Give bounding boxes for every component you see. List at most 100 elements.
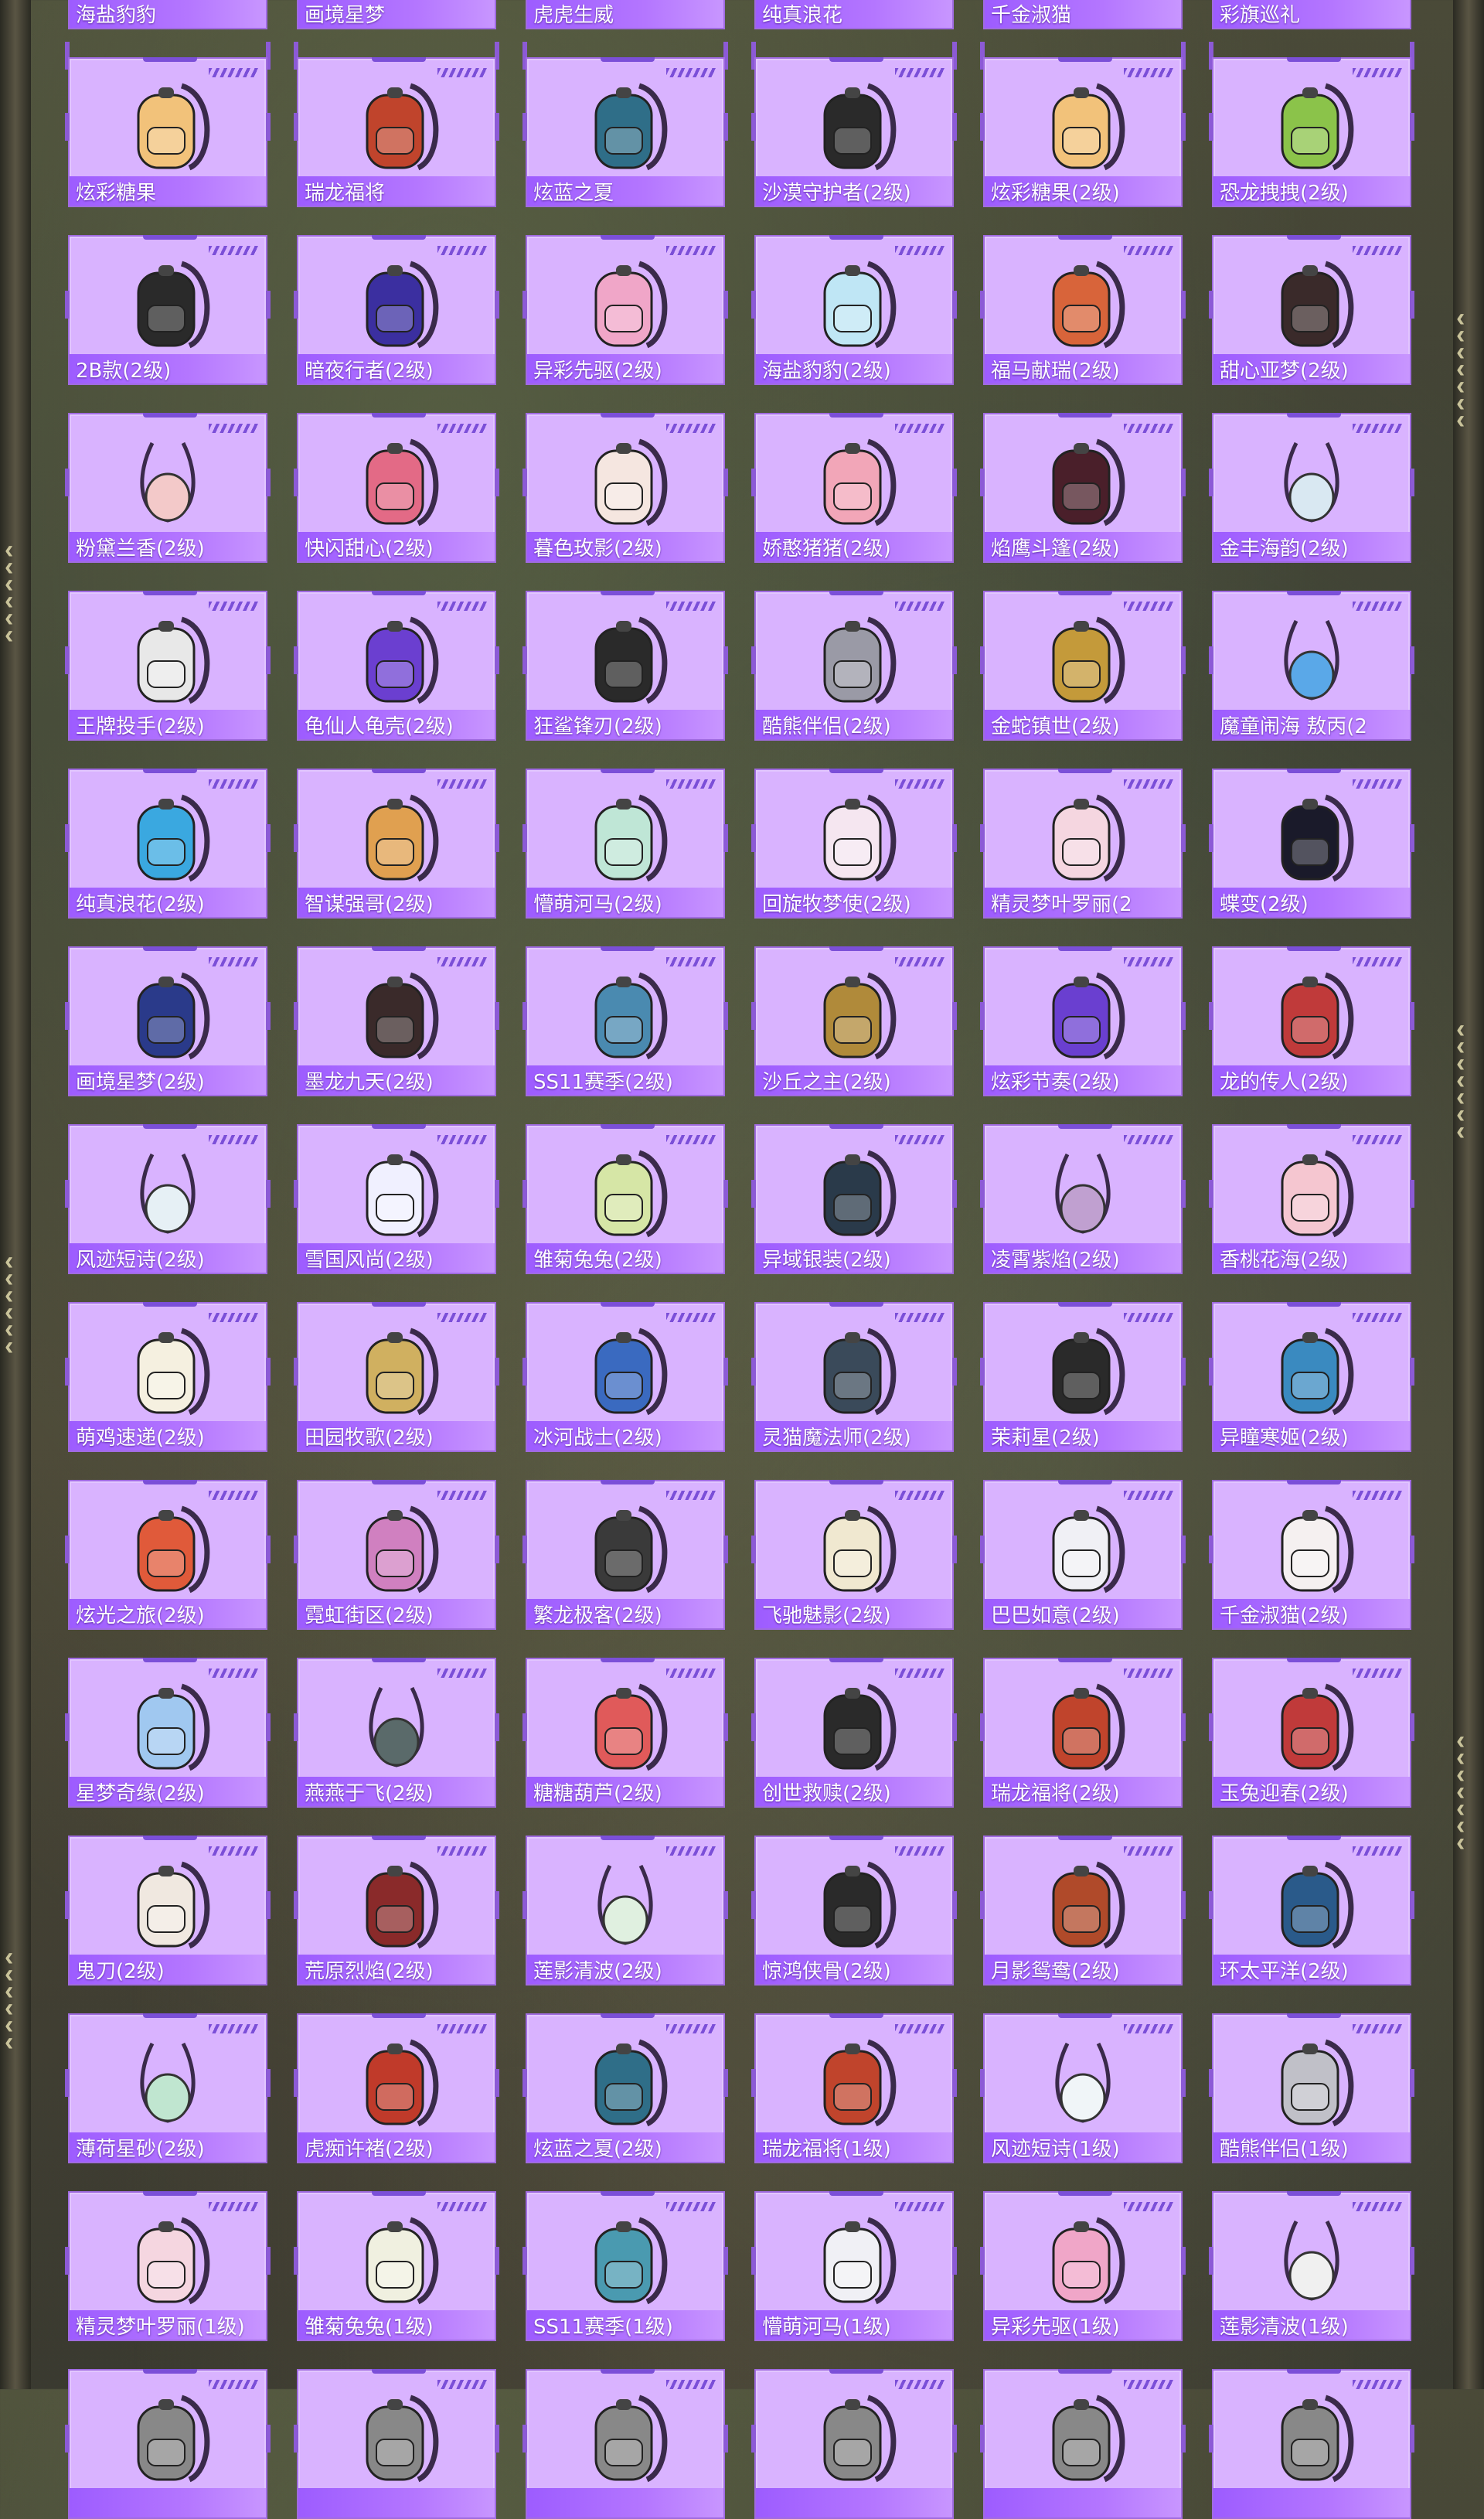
backpack-item-card[interactable]: 巴巴如意(2级)	[980, 1480, 1186, 1630]
backpack-item-card[interactable]: 暗夜行者(2级)	[294, 235, 499, 385]
backpack-item-card[interactable]: 灵猫魔法师(2级)	[751, 1302, 957, 1452]
backpack-item-card[interactable]: 金丰海韵(2级)	[1209, 413, 1414, 563]
backpack-item-card[interactable]: 酷熊伴侣(2级)	[751, 591, 957, 741]
backpack-item-card[interactable]: 月影鸳鸯(2级)	[980, 1836, 1186, 1986]
backpack-item-card[interactable]: 雪国风尚(2级)	[294, 1124, 499, 1274]
backpack-item-card[interactable]: SS11赛季(1级)	[522, 2191, 728, 2341]
backpack-item-card[interactable]: 炫光之旅(2级)	[65, 1480, 271, 1630]
backpack-item-card[interactable]	[1209, 2369, 1414, 2519]
backpack-item-card[interactable]: 炫彩糖果	[65, 57, 271, 207]
backpack-item-card[interactable]: 狂鲨锋刃(2级)	[522, 591, 728, 741]
backpack-item-card[interactable]: 燕燕于飞(2级)	[294, 1658, 499, 1808]
backpack-item-card[interactable]: 墨龙九天(2级)	[294, 946, 499, 1096]
backpack-item-card[interactable]: 瑞龙福将(2级)	[980, 1658, 1186, 1808]
backpack-item-card[interactable]: 海盐豹豹(2级)	[751, 235, 957, 385]
backpack-item-card[interactable]: 甜心亚梦(2级)	[1209, 235, 1414, 385]
backpack-item-card[interactable]: 智谋强哥(2级)	[294, 769, 499, 919]
backpack-item-card[interactable]: 纯真浪花(2级)	[65, 769, 271, 919]
backpack-item-card[interactable]: 鬼刀(2级)	[65, 1836, 271, 1986]
backpack-item-card[interactable]	[522, 2369, 728, 2519]
backpack-item-card[interactable]: 炫彩节奏(2级)	[980, 946, 1186, 1096]
backpack-item-card[interactable]: 暮色玫影(2级)	[522, 413, 728, 563]
backpack-item-card[interactable]: 炫蓝之夏(2级)	[522, 2013, 728, 2163]
backpack-item-card[interactable]: SS11赛季(2级)	[522, 946, 728, 1096]
backpack-item-card[interactable]: 龙的传人(2级)	[1209, 946, 1414, 1096]
backpack-item-card[interactable]: 虎痴许褚(2级)	[294, 2013, 499, 2163]
backpack-item-card[interactable]: 糖糖葫芦(2级)	[522, 1658, 728, 1808]
item-label-bar	[756, 2488, 952, 2517]
swan-backpack-icon	[117, 1670, 218, 1775]
backpack-item-card[interactable]: 冰河战士(2级)	[522, 1302, 728, 1452]
backpack-item-card[interactable]: 凌霄紫焰(2级)	[980, 1124, 1186, 1274]
backpack-item-card[interactable]: 雏菊兔兔(2级)	[522, 1124, 728, 1274]
backpack-item-card[interactable]: 创世救赎(2级)	[751, 1658, 957, 1808]
backpack-item-card[interactable]: 2B款(2级)	[65, 235, 271, 385]
backpack-item-card[interactable]: 精灵梦叶罗丽(2	[980, 769, 1186, 919]
backpack-item-card[interactable]: 龟仙人龟壳(2级)	[294, 591, 499, 741]
card-top-accent	[601, 1302, 655, 1307]
backpack-icon	[1261, 1670, 1362, 1775]
backpack-item-card[interactable]: 沙漠守护者(2级)	[751, 57, 957, 207]
backpack-item-card[interactable]: 香桃花海(2级)	[1209, 1124, 1414, 1274]
backpack-item-card[interactable]: 纯真浪花	[751, 0, 957, 70]
backpack-item-card[interactable]: 莲影清波(1级)	[1209, 2191, 1414, 2341]
backpack-item-card[interactable]: 娇憨猪猪(2级)	[751, 413, 957, 563]
backpack-item-card[interactable]	[294, 2369, 499, 2519]
backpack-item-card[interactable]: 萌鸡速递(2级)	[65, 1302, 271, 1452]
backpack-item-card[interactable]: 沙丘之主(2级)	[751, 946, 957, 1096]
backpack-item-card[interactable]	[980, 2369, 1186, 2519]
backpack-item-card[interactable]: 霓虹街区(2级)	[294, 1480, 499, 1630]
item-name: 雏菊兔兔(1级)	[305, 2315, 434, 2339]
backpack-item-card[interactable]: 繁龙极客(2级)	[522, 1480, 728, 1630]
backpack-item-card[interactable]: 精灵梦叶罗丽(1级)	[65, 2191, 271, 2341]
backpack-item-card[interactable]: 瑞龙福将	[294, 57, 499, 207]
backpack-item-card[interactable]: 魔童闹海 敖丙(2	[1209, 591, 1414, 741]
backpack-item-card[interactable]: 懵萌河马(2级)	[522, 769, 728, 919]
backpack-item-card[interactable]: 异彩先驱(2级)	[522, 235, 728, 385]
backpack-item-card[interactable]: 回旋牧梦使(2级)	[751, 769, 957, 919]
backpack-item-card[interactable]: 彩旗巡礼	[1209, 0, 1414, 70]
backpack-item-card[interactable]: 环太平洋(2级)	[1209, 1836, 1414, 1986]
backpack-item-card[interactable]: 雏菊兔兔(1级)	[294, 2191, 499, 2341]
backpack-item-card[interactable]	[751, 2369, 957, 2519]
backpack-item-card[interactable]: 焰鹰斗篷(2级)	[980, 413, 1186, 563]
backpack-item-card[interactable]: 莲影清波(2级)	[522, 1836, 728, 1986]
backpack-item-card[interactable]: 王牌投手(2级)	[65, 591, 271, 741]
backpack-item-card[interactable]: 画境星梦(2级)	[65, 946, 271, 1096]
backpack-item-card[interactable]: 粉黛兰香(2级)	[65, 413, 271, 563]
backpack-item-card[interactable]: 懵萌河马(1级)	[751, 2191, 957, 2341]
backpack-item-card[interactable]: 福马献瑞(2级)	[980, 235, 1186, 385]
backpack-item-card[interactable]: 蝶变(2级)	[1209, 769, 1414, 919]
backpack-icon	[346, 247, 447, 353]
backpack-item-card[interactable]: 玉兔迎春(2级)	[1209, 1658, 1414, 1808]
backpack-item-card[interactable]: 海盐豹豹	[65, 0, 271, 70]
backpack-item-card[interactable]: 薄荷星砂(2级)	[65, 2013, 271, 2163]
backpack-item-card[interactable]: 酷熊伴侣(1级)	[1209, 2013, 1414, 2163]
backpack-item-card[interactable]: 瑞龙福将(1级)	[751, 2013, 957, 2163]
backpack-item-card[interactable]: 异瞳寒姬(2级)	[1209, 1302, 1414, 1452]
backpack-item-card[interactable]: 飞驰魅影(2级)	[751, 1480, 957, 1630]
backpack-item-card[interactable]: 风迹短诗(2级)	[65, 1124, 271, 1274]
backpack-item-card[interactable]: 千金淑猫(2级)	[1209, 1480, 1414, 1630]
backpack-item-card[interactable]: 异彩先驱(1级)	[980, 2191, 1186, 2341]
backpack-item-card[interactable]: 画境星梦	[294, 0, 499, 70]
card-top-accent	[143, 1124, 197, 1129]
backpack-item-card[interactable]: 快闪甜心(2级)	[294, 413, 499, 563]
backpack-item-card[interactable]	[65, 2369, 271, 2519]
item-name: 纯真浪花	[762, 3, 843, 27]
backpack-item-card[interactable]: 风迹短诗(1级)	[980, 2013, 1186, 2163]
backpack-item-card[interactable]: 炫蓝之夏	[522, 57, 728, 207]
backpack-item-card[interactable]: 荒原烈焰(2级)	[294, 1836, 499, 1986]
backpack-item-card[interactable]: 金蛇镇世(2级)	[980, 591, 1186, 741]
backpack-item-card[interactable]: 千金淑猫	[980, 0, 1186, 70]
backpack-item-card[interactable]: 星梦奇缘(2级)	[65, 1658, 271, 1808]
backpack-item-card[interactable]: 虎虎生威	[522, 0, 728, 70]
backpack-item-card[interactable]: 田园牧歌(2级)	[294, 1302, 499, 1452]
backpack-item-card[interactable]: 恐龙拽拽(2级)	[1209, 57, 1414, 207]
backpack-item-card[interactable]: 异域银装(2级)	[751, 1124, 957, 1274]
item-name: 月影鸳鸯(2级)	[991, 1959, 1120, 1983]
backpack-item-card[interactable]: 惊鸿侠骨(2级)	[751, 1836, 957, 1986]
backpack-item-card[interactable]: 炫彩糖果(2级)	[980, 57, 1186, 207]
card-top-accent	[1287, 235, 1341, 240]
backpack-item-card[interactable]: 茉莉星(2级)	[980, 1302, 1186, 1452]
